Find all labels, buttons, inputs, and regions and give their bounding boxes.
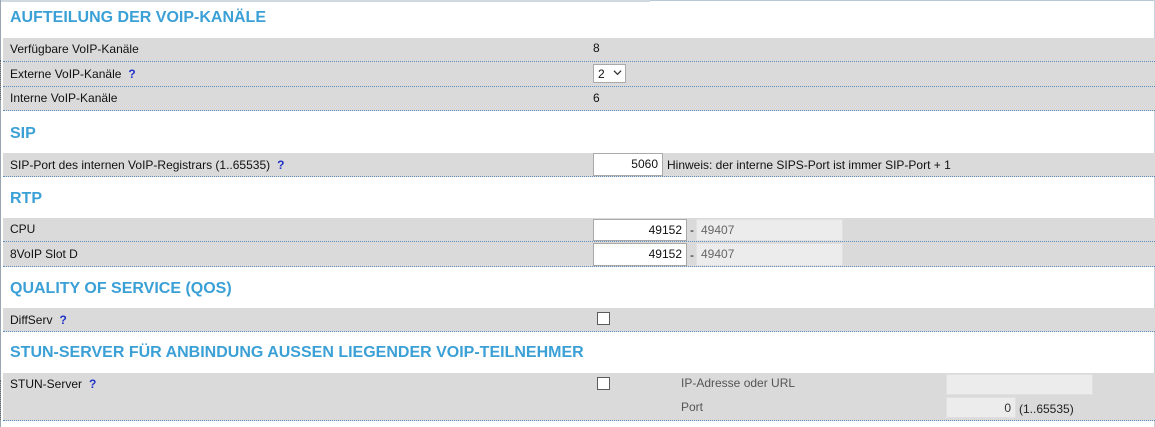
row-stun-server: STUN-Server? IP-Adresse oder URL Port 0 … — [3, 373, 1155, 421]
row-external-channels: Externe VoIP-Kanäle? 2 — [3, 62, 1155, 87]
available-channels-value: 8 — [593, 41, 600, 55]
stun-server-checkbox[interactable] — [597, 377, 610, 390]
rtp-cpu-range-dash: - — [690, 223, 694, 237]
row-rtp-slot-d: 8VoIP Slot D 49152 - 49407 — [3, 242, 1155, 267]
available-channels-label: Verfügbare VoIP-Kanäle — [10, 42, 139, 56]
section-title-qos: QUALITY OF SERVICE (QOS) — [10, 280, 232, 297]
top-border-line — [0, 0, 650, 2]
stun-port-range: (1..65535) — [1019, 402, 1074, 416]
diffserv-checkbox[interactable] — [597, 312, 610, 325]
row-diffserv: DiffServ? — [3, 308, 1155, 332]
external-channels-label-wrap: Externe VoIP-Kanäle? — [10, 67, 136, 81]
stun-server-label-wrap: STUN-Server? — [10, 377, 96, 391]
section-title-stun: STUN-SERVER FÜR ANBINDUNG AUSSEN LIEGEND… — [10, 344, 584, 361]
sip-port-input[interactable]: 5060 — [593, 153, 663, 176]
sip-port-hint: Hinweis: der interne SIPS-Port ist immer… — [667, 158, 951, 172]
stun-address-label: IP-Adresse oder URL — [681, 376, 796, 390]
voip-settings-page: AUFTEILUNG DER VOIP-KANÄLE Verfügbare Vo… — [0, 0, 1155, 427]
sip-port-label-wrap: SIP-Port des internen VoIP-Registrars (1… — [10, 158, 284, 172]
rtp-slot-d-label: 8VoIP Slot D — [10, 247, 78, 261]
external-channels-label: Externe VoIP-Kanäle — [10, 67, 122, 81]
chevron-down-icon — [613, 70, 622, 76]
row-internal-channels: Interne VoIP-Kanäle 6 — [3, 87, 1155, 111]
stun-server-label: STUN-Server — [10, 377, 83, 391]
section-title-sip: SIP — [10, 125, 36, 142]
sip-port-label: SIP-Port des internen VoIP-Registrars (1… — [10, 158, 271, 172]
row-sip-port: SIP-Port des internen VoIP-Registrars (1… — [3, 153, 1155, 177]
internal-channels-value: 6 — [593, 91, 600, 105]
rtp-slot-d-range-dash: - — [690, 248, 694, 262]
question-mark-icon[interactable]: ? — [277, 158, 284, 172]
stun-port-label: Port — [681, 400, 704, 414]
rtp-cpu-label: CPU — [10, 222, 36, 236]
external-channels-selected-value: 2 — [598, 67, 605, 81]
rtp-cpu-start-port-input[interactable]: 49152 — [593, 219, 687, 241]
row-rtp-cpu: CPU 49152 - 49407 — [3, 218, 1155, 242]
row-available-channels: Verfügbare VoIP-Kanäle 8 — [3, 38, 1155, 62]
top-border — [0, 0, 1155, 3]
internal-channels-label: Interne VoIP-Kanäle — [10, 91, 118, 105]
stun-port-input[interactable]: 0 — [946, 397, 1016, 418]
rtp-slot-d-start-port-input[interactable]: 49152 — [593, 243, 687, 266]
question-mark-icon[interactable]: ? — [59, 313, 66, 327]
section-title-voip-channels: AUFTEILUNG DER VOIP-KANÄLE — [10, 9, 266, 26]
question-mark-icon[interactable]: ? — [89, 377, 96, 391]
external-channels-select[interactable]: 2 — [593, 64, 626, 83]
diffserv-label-wrap: DiffServ? — [10, 313, 67, 327]
rtp-cpu-end-port: 49407 — [696, 219, 843, 241]
stun-address-input[interactable] — [946, 374, 1093, 395]
question-mark-icon[interactable]: ? — [128, 67, 135, 81]
diffserv-label: DiffServ — [10, 313, 53, 327]
top-border-line-right — [650, 0, 1155, 1]
section-title-rtp: RTP — [10, 190, 42, 207]
rtp-slot-d-end-port: 49407 — [696, 243, 843, 266]
